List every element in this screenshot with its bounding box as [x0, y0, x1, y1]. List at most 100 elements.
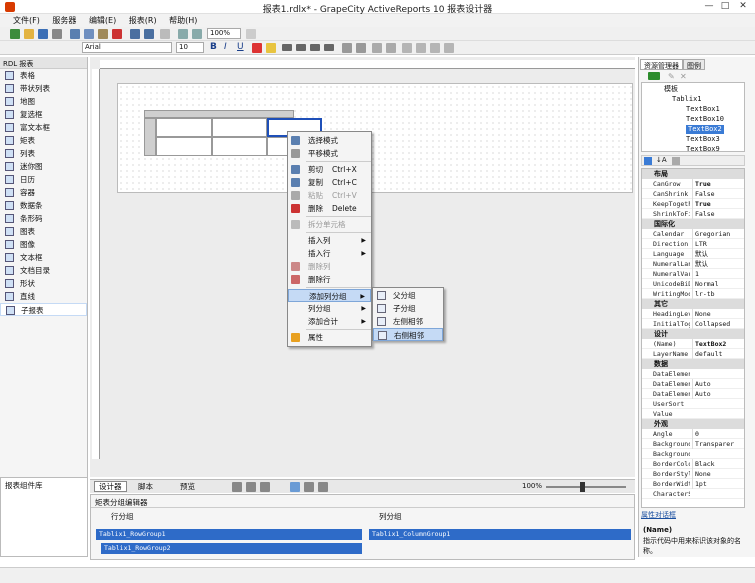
property-row[interactable]: UnicodeBiD Normal	[642, 279, 744, 289]
property-value[interactable]: 1pt	[692, 479, 744, 489]
property-row[interactable]: KeepTogeth True	[642, 199, 744, 209]
property-value[interactable]: True	[692, 199, 744, 209]
number-list-icon[interactable]	[356, 43, 366, 53]
align-left-icon[interactable]	[282, 44, 292, 51]
align-center-icon[interactable]	[296, 44, 306, 51]
italic-button[interactable]: I	[224, 42, 227, 52]
maximize-button[interactable]: □	[718, 1, 732, 12]
toolbox-item[interactable]: 图表	[0, 225, 87, 238]
zoom-combo[interactable]: 100%	[207, 28, 241, 39]
open-icon[interactable]	[24, 29, 34, 39]
property-row[interactable]: Background Transparer	[642, 439, 744, 449]
toolbox-item[interactable]: 带状列表	[0, 82, 87, 95]
property-row[interactable]: BorderWidt 1pt	[642, 479, 744, 489]
bold-button[interactable]: B	[210, 42, 217, 52]
property-value[interactable]: Black	[692, 459, 744, 469]
tablix-row-handle[interactable]	[144, 118, 156, 156]
context-menu-item[interactable]: 添加列分组 ▶	[288, 289, 371, 302]
tab-script[interactable]: 脚本	[138, 481, 153, 492]
toolbox-item[interactable]: 直线	[0, 290, 87, 303]
toolbox-item[interactable]: 地图	[0, 95, 87, 108]
property-row[interactable]: Angle 0	[642, 429, 744, 439]
context-menu-item[interactable]: 复制 Ctrl+C	[288, 176, 371, 189]
property-value[interactable]: Auto	[692, 389, 744, 399]
delete-icon[interactable]	[112, 29, 122, 39]
property-row[interactable]: InitialTog Collapsed	[642, 319, 744, 329]
snap-icon[interactable]	[318, 482, 328, 492]
toolbox-item[interactable]: 矩表	[0, 134, 87, 147]
zoom-slider-thumb[interactable]	[580, 482, 585, 492]
toolbox-item[interactable]: 文档目录	[0, 264, 87, 277]
menu-file[interactable]: 文件(F)	[8, 14, 45, 27]
toolbox-item[interactable]: 形状	[0, 277, 87, 290]
property-value[interactable]: Collapsed	[692, 319, 744, 329]
property-value[interactable]: default	[692, 349, 744, 359]
tree-node-textbox[interactable]: TextBox9	[686, 145, 720, 154]
property-row[interactable]: NumeralLan 默认	[642, 259, 744, 269]
property-pages-icon[interactable]	[672, 157, 680, 165]
property-row[interactable]: HeadingLev None	[642, 309, 744, 319]
justify-icon[interactable]	[324, 44, 334, 51]
tablix-top-handle[interactable]	[144, 110, 294, 118]
property-row[interactable]: Background	[642, 449, 744, 459]
property-category[interactable]: 外观	[642, 419, 744, 429]
tablix-cell[interactable]	[212, 118, 267, 137]
tree-node-textbox[interactable]: TextBox1	[686, 105, 720, 114]
property-value[interactable]: LTR	[692, 239, 744, 249]
copy-icon[interactable]	[84, 29, 94, 39]
cut-icon[interactable]	[70, 29, 80, 39]
row-group-item[interactable]: Tablix1_RowGroup2	[101, 543, 362, 554]
toolbox-item[interactable]: 列表	[0, 147, 87, 160]
property-row[interactable]: Calendar Gregorian	[642, 229, 744, 239]
pan-mode-icon[interactable]	[304, 482, 314, 492]
context-menu-item[interactable]: 列分组 ▶	[288, 302, 371, 315]
font-name-combo[interactable]: Arial	[82, 42, 172, 53]
font-color-icon[interactable]	[252, 43, 262, 53]
context-menu-item[interactable]: 剪切 Ctrl+X	[288, 163, 371, 176]
property-category[interactable]: 布局	[642, 169, 744, 179]
tablix-cell[interactable]	[156, 118, 212, 137]
context-menu-item[interactable]: 插入列 ▶	[288, 234, 371, 247]
new-icon[interactable]	[10, 29, 20, 39]
property-dialog-link[interactable]: 属性对话框	[641, 510, 676, 520]
context-menu-item[interactable]: 插入行 ▶	[288, 247, 371, 260]
menu-edit[interactable]: 编辑(E)	[84, 14, 121, 27]
tablix-cell[interactable]	[156, 137, 212, 156]
context-menu-item[interactable]: 删除 Delete	[288, 202, 371, 215]
toolbox-item[interactable]: 复选框	[0, 108, 87, 121]
property-row[interactable]: ShrinkToFi False	[642, 209, 744, 219]
toolbox-item[interactable]: 容器	[0, 186, 87, 199]
property-value[interactable]: lr-tb	[692, 289, 744, 299]
remove-icon[interactable]: ✕	[680, 72, 687, 81]
context-menu-item[interactable]: 添加合计 ▶	[288, 315, 371, 328]
property-row[interactable]: WritingMod lr-tb	[642, 289, 744, 299]
add-icon[interactable]	[648, 72, 660, 80]
underline-button[interactable]: U	[237, 42, 244, 52]
tab-explorer[interactable]: 资源管理器	[640, 59, 683, 70]
spacing-icon[interactable]	[430, 43, 440, 53]
layer-icon[interactable]	[444, 43, 454, 53]
property-value[interactable]: Transparer	[692, 439, 744, 449]
property-value[interactable]: 1	[692, 269, 744, 279]
tab-designer[interactable]: 设计器	[94, 481, 127, 492]
property-value[interactable]: Auto	[692, 379, 744, 389]
property-category[interactable]: 其它	[642, 299, 744, 309]
tab-legend[interactable]: 图例	[683, 59, 705, 70]
context-menu-item[interactable]: 删除列	[288, 260, 371, 273]
property-row[interactable]: CanShrink False	[642, 189, 744, 199]
close-button[interactable]: ✕	[736, 1, 750, 12]
align-right-icon[interactable]	[310, 44, 320, 51]
save-icon[interactable]	[38, 29, 48, 39]
view-icon[interactable]	[232, 482, 242, 492]
edit-icon[interactable]: ✎	[668, 72, 675, 81]
property-row[interactable]: DataElemen Auto	[642, 389, 744, 399]
property-value[interactable]: TextBox2	[692, 339, 744, 349]
property-row[interactable]: LayerName default	[642, 349, 744, 359]
select-mode-icon[interactable]	[290, 482, 300, 492]
property-row[interactable]: UserSort	[642, 399, 744, 409]
menu-report[interactable]: 报表(R)	[124, 14, 162, 27]
report-library-label[interactable]: 报表组件库	[1, 478, 87, 493]
property-category[interactable]: 设计	[642, 329, 744, 339]
menu-help[interactable]: 帮助(H)	[164, 14, 202, 27]
property-value[interactable]: None	[692, 309, 744, 319]
